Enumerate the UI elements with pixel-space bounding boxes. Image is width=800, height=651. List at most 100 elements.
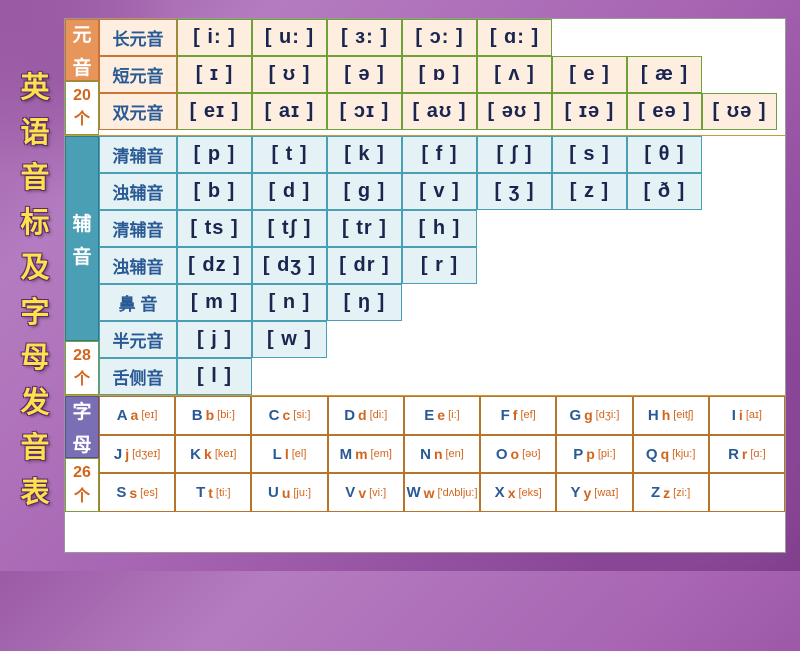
letter-upper: Q [646, 446, 658, 463]
phonetic-row: 清辅音[ ts ][ tʃ ][ tr ][ h ] [99, 210, 785, 247]
letter-lower: r [742, 446, 747, 462]
phonetic-cell: [ h ] [402, 210, 477, 247]
phonetic-cell: [ r ] [402, 247, 477, 284]
phonetic-cell: [ dz ] [177, 247, 252, 284]
letter-lower: u [282, 485, 291, 501]
letter-upper: L [273, 446, 282, 463]
letter-cell: Dd[di:] [328, 396, 404, 435]
row-cells: [ ɪ ][ ʊ ][ ə ][ ɒ ][ ʌ ][ e ][ æ ] [177, 56, 785, 93]
letter-lower: n [434, 446, 443, 462]
letter-cell: Uu[ju:] [251, 473, 327, 512]
phonetic-cell: [ eɪ ] [177, 93, 252, 130]
title-char: 英 [20, 64, 49, 106]
title-char: 语 [20, 109, 49, 151]
title-char: 音 [20, 424, 49, 466]
letter-section: 字母 26个 Aa[eɪ]Bb[bi:]Cc[si:]Dd[di:]Ee[i:]… [65, 396, 785, 512]
phonetic-cell: [ s ] [552, 136, 627, 173]
chart-title: 英语音标及字母发音表 [14, 18, 56, 553]
row-cells: [ dz ][ dʒ ][ dr ][ r ] [177, 247, 785, 284]
letter-cell: Ww['dʌblju:] [404, 473, 480, 512]
letter-upper: S [116, 484, 126, 501]
consonant-section: 辅音 28个 清辅音[ p ][ t ][ k ][ f ][ ʃ ][ s ]… [65, 136, 785, 396]
letter-row: Ss[es]Tt[ti:]Uu[ju:]Vv[vi:]Ww['dʌblju:]X… [99, 473, 785, 512]
letter-phonetic: [dʒeɪ] [132, 448, 160, 460]
title-char: 母 [20, 334, 49, 376]
letter-lower: w [424, 485, 435, 501]
letter-cell: Nn[en] [404, 435, 480, 474]
phonetic-row: 鼻 音[ m ][ n ][ ŋ ] [99, 284, 785, 321]
phonetic-cell: [ j ] [177, 321, 252, 358]
phonetic-cell: [ g ] [327, 173, 402, 210]
title-char: 标 [20, 199, 49, 241]
letter-cell: Bb[bi:] [175, 396, 251, 435]
letter-cell: Vv[vi:] [328, 473, 404, 512]
letter-upper: G [569, 407, 581, 424]
phonetic-row: 清辅音[ p ][ t ][ k ][ f ][ ʃ ][ s ][ θ ] [99, 136, 785, 173]
letter-phonetic: [vi:] [369, 487, 386, 499]
letter-phonetic: [eks] [518, 487, 541, 499]
letter-lower: p [586, 446, 595, 462]
phonetic-cell: [ aʊ ] [402, 93, 477, 130]
phonetic-cell: [ z ] [552, 173, 627, 210]
letter-upper: M [340, 446, 353, 463]
row-label: 浊辅音 [99, 173, 177, 210]
letter-phonetic: [em] [371, 448, 392, 460]
phonetic-row: 浊辅音[ b ][ d ][ g ][ v ][ ʒ ][ z ][ ð ] [99, 173, 785, 210]
letter-lower: c [283, 407, 291, 423]
letter-cell: Oo[əʊ] [480, 435, 556, 474]
letter-cell: Yy[waɪ] [556, 473, 632, 512]
phonetic-row: 长元音[ i: ][ u: ][ ɜ: ][ ɔ: ][ ɑ: ] [99, 19, 785, 56]
letter-cell: Jj[dʒeɪ] [99, 435, 175, 474]
letter-upper: I [732, 407, 736, 424]
letter-cell: Pp[pi:] [556, 435, 632, 474]
letter-count: 26个 [65, 458, 99, 512]
consonant-label: 辅音 [65, 136, 99, 341]
letter-lower: j [125, 446, 129, 462]
letter-upper: K [190, 446, 201, 463]
letter-phonetic: [keɪ] [215, 448, 237, 460]
letter-cell: Ll[el] [251, 435, 327, 474]
phonetic-cell: [ n ] [252, 284, 327, 321]
letter-upper: P [573, 446, 583, 463]
letter-label: 字母 [65, 396, 99, 458]
letter-phonetic: [bi:] [217, 409, 235, 421]
phonetic-cell: [ d ] [252, 173, 327, 210]
letter-cell: Tt[ti:] [175, 473, 251, 512]
letter-phonetic: [aɪ] [746, 409, 762, 421]
phonetic-cell: [ ʊə ] [702, 93, 777, 130]
letter-cell: Rr[ɑ:] [709, 435, 785, 474]
phonetic-cell: [ w ] [252, 321, 327, 358]
letter-phonetic: [di:] [370, 409, 388, 421]
phonetic-cell: [ ɜ: ] [327, 19, 402, 56]
phonetic-row: 半元音[ j ][ w ] [99, 321, 785, 358]
letter-row: Aa[eɪ]Bb[bi:]Cc[si:]Dd[di:]Ee[i:]Ff[ef]G… [99, 396, 785, 435]
letter-cell: Ss[es] [99, 473, 175, 512]
letter-cell: Kk[keɪ] [175, 435, 251, 474]
letter-upper: W [406, 484, 420, 501]
row-label: 短元音 [99, 56, 177, 93]
vowel-rows: 长元音[ i: ][ u: ][ ɜ: ][ ɔ: ][ ɑ: ]短元音[ ɪ … [99, 19, 785, 135]
letter-lower: v [358, 485, 366, 501]
row-label: 长元音 [99, 19, 177, 56]
row-cells: [ i: ][ u: ][ ɜ: ][ ɔ: ][ ɑ: ] [177, 19, 785, 56]
letter-lower: k [204, 446, 212, 462]
phonetic-cell: [ tʃ ] [252, 210, 327, 247]
phonetic-cell: [ ɒ ] [402, 56, 477, 93]
letter-phonetic: ['dʌblju:] [438, 487, 478, 499]
letter-phonetic: [ɑ:] [750, 448, 765, 460]
vowel-section: 元音 20个 长元音[ i: ][ u: ][ ɜ: ][ ɔ: ][ ɑ: ]… [65, 19, 785, 136]
row-cells: [ m ][ n ][ ŋ ] [177, 284, 785, 321]
vowel-count: 20个 [65, 81, 99, 135]
phonetic-cell: [ eə ] [627, 93, 702, 130]
letter-cell: Mm[em] [328, 435, 404, 474]
letter-phonetic: [el] [292, 448, 307, 460]
phonetic-cell: [ i: ] [177, 19, 252, 56]
phonetic-row: 短元音[ ɪ ][ ʊ ][ ə ][ ɒ ][ ʌ ][ e ][ æ ] [99, 56, 785, 93]
row-cells: [ ts ][ tʃ ][ tr ][ h ] [177, 210, 785, 247]
row-label: 鼻 音 [99, 284, 177, 321]
phonetic-row: 双元音[ eɪ ][ aɪ ][ ɔɪ ][ aʊ ][ əʊ ][ ɪə ][… [99, 93, 785, 130]
phonetic-cell: [ ʊ ] [252, 56, 327, 93]
phonetic-cell: [ e ] [552, 56, 627, 93]
row-cells: [ eɪ ][ aɪ ][ ɔɪ ][ aʊ ][ əʊ ][ ɪə ][ eə… [177, 93, 785, 130]
letter-cell: Hh[eitʃ] [633, 396, 709, 435]
